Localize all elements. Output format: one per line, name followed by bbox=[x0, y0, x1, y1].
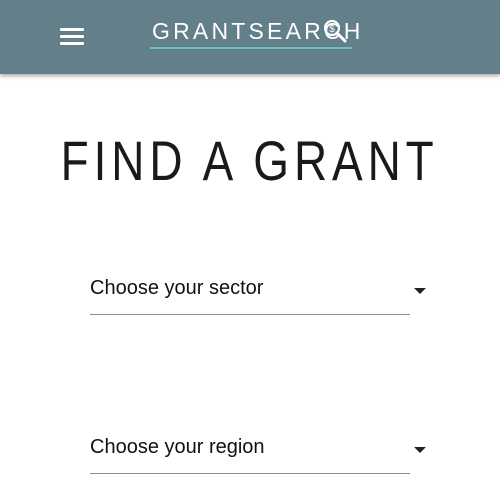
page-title: FIND A GRANT bbox=[60, 129, 439, 192]
region-select[interactable]: Choose your region bbox=[90, 433, 426, 474]
menu-line bbox=[60, 35, 84, 38]
caret-down-icon bbox=[414, 447, 426, 453]
sector-select-label: Choose your sector bbox=[90, 277, 264, 299]
region-select-label: Choose your region bbox=[90, 436, 265, 458]
top-app-bar: GRANTSEARCH $ bbox=[0, 0, 500, 74]
brand-underline bbox=[150, 47, 352, 49]
magnifier-icon: $ bbox=[323, 19, 347, 43]
menu-line bbox=[60, 28, 84, 31]
svg-text:$: $ bbox=[329, 24, 335, 35]
sector-select[interactable]: Choose your sector bbox=[90, 274, 426, 315]
caret-down-icon bbox=[414, 288, 426, 294]
hamburger-menu-icon[interactable] bbox=[58, 26, 88, 48]
brand-logo[interactable]: GRANTSEARCH $ bbox=[150, 14, 360, 50]
menu-line bbox=[60, 42, 84, 45]
